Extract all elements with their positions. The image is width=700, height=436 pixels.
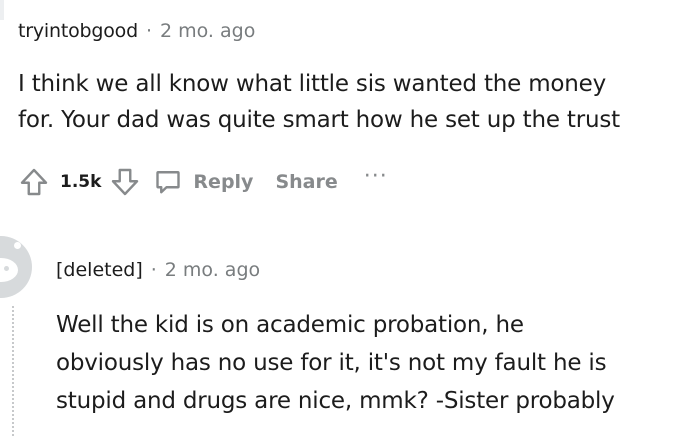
comment-body-line: I think we all know what little sis want…	[18, 71, 607, 97]
comment-meta: [deleted] · 2 mo. ago	[56, 259, 260, 281]
reply-label: Reply	[193, 171, 254, 193]
comment-body-line: for. Your dad was quite smart how he set…	[18, 107, 620, 133]
comment-body-line: Well the kid is on academic probation, h…	[56, 312, 524, 338]
comment-username[interactable]: tryintobgood	[18, 20, 138, 42]
comment-actions: 1.5k Reply Share ···	[16, 160, 388, 204]
share-button[interactable]: Share	[275, 171, 337, 193]
default-snoo-avatar[interactable]	[0, 236, 32, 298]
meta-separator: ·	[145, 20, 152, 42]
comment-body: Well the kid is on academic probation, h…	[56, 306, 676, 420]
upvote-button[interactable]	[16, 164, 52, 200]
comment-timestamp[interactable]: 2 mo. ago	[165, 259, 260, 281]
more-options-button[interactable]: ···	[364, 166, 388, 192]
comment-meta: tryintobgood · 2 mo. ago	[18, 20, 255, 42]
comment-body-line: stupid and drugs are nice, mmk? -Sister …	[56, 388, 615, 414]
comment-username: [deleted]	[56, 259, 143, 281]
vote-score: 1.5k	[60, 172, 102, 192]
comment-body-line: obviously has no use for it, it's not my…	[56, 350, 607, 376]
share-label: Share	[275, 171, 338, 193]
reply-button[interactable]: Reply	[153, 166, 253, 198]
thread-line-top	[0, 0, 4, 20]
thread-line[interactable]	[12, 306, 16, 436]
comment-timestamp[interactable]: 2 mo. ago	[160, 20, 255, 42]
downvote-button[interactable]	[107, 164, 143, 200]
meta-separator: ·	[150, 259, 157, 281]
downvote-arrow-icon	[112, 168, 139, 196]
upvote-arrow-icon	[20, 168, 48, 196]
comment-bubble-icon	[153, 166, 185, 198]
comment-body: I think we all know what little sis want…	[18, 66, 688, 138]
